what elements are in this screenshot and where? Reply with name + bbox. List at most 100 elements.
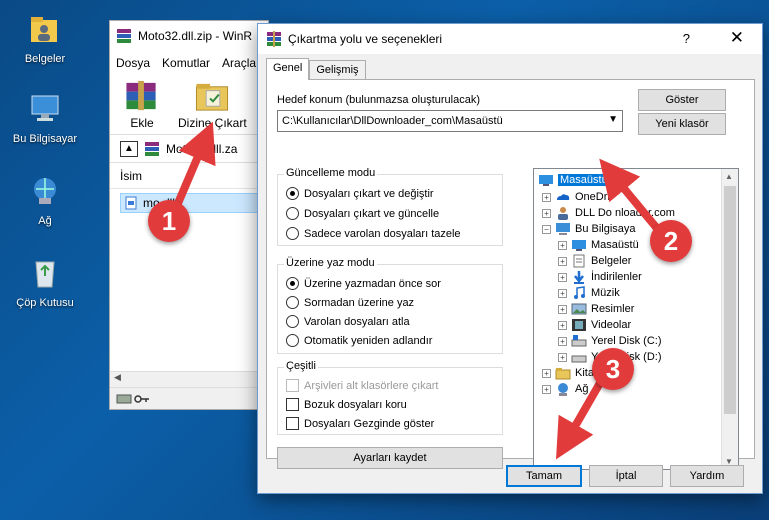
update-option-freshen[interactable]: Sadece varolan dosyaları tazele [286,227,461,240]
expand-icon[interactable]: + [542,208,551,218]
winrar-title-bar[interactable]: Moto32.dll.zip - WinR [110,21,268,51]
tab-panel-genel: Hedef konum (bulunmazsa oluşturulacak) C… [266,79,755,470]
expand-icon[interactable]: + [558,256,567,266]
tree-item-user[interactable]: + DLL Do nloader.com [542,205,675,221]
option-label: Sormadan üzerine yaz [304,296,415,309]
desktop-icon-belgeler[interactable]: Belgeler [0,12,90,65]
tree-item-onedrive[interactable]: + OneDri [542,189,610,205]
radio-button[interactable] [286,187,299,200]
extract-to-button-label: Dizine Çıkart [178,116,247,130]
tab-gelismis[interactable]: Gelişmiş [309,60,366,80]
radio-button[interactable] [286,277,299,290]
overwrite-option-ask[interactable]: Üzerine yazmadan önce sor [286,277,441,290]
expand-icon[interactable]: + [558,304,567,314]
destination-path-combobox[interactable]: C:\Kullanıcılar\DllDownloader_com\Masaüs… [277,110,623,132]
tree-item-this-pc[interactable]: − Bu Bilgisaya [542,221,636,237]
expand-icon[interactable]: + [558,320,567,330]
help-button[interactable]: Yardım [670,465,744,487]
desktop-icon-ag[interactable]: Ağ [0,174,90,227]
overwrite-option-rename[interactable]: Otomatik yeniden adlandır [286,334,432,347]
tree-item-pc-desktop[interactable]: + Masaüstü [558,237,639,253]
step-badge-1: 1 [148,200,190,242]
tree-item-label: Masaüstü [591,239,639,251]
expand-icon[interactable]: + [558,240,567,250]
overwrite-option-skip[interactable]: Varolan dosyaları atla [286,315,410,328]
cancel-button[interactable]: İptal [589,465,663,487]
tree-item-label: Resimler [591,303,635,315]
winrar-app-icon [117,29,131,43]
up-folder-icon[interactable]: ▲ [120,140,138,157]
winrar-address-bar[interactable]: ▲ Moto32.dll.za [110,135,268,163]
computer-icon [556,223,570,235]
tree-item-downloads[interactable]: + İndirilenler [558,269,642,285]
dialog-title-bar[interactable]: Çıkartma yolu ve seçenekleri ? ✕ [258,24,762,54]
expand-icon[interactable]: + [558,288,567,298]
menu-komutlar[interactable]: Komutlar [162,56,210,70]
radio-button[interactable] [286,227,299,240]
option-label: Dosyaları çıkart ve güncelle [304,207,440,220]
extract-to-button[interactable]: Dizine Çıkart [178,79,247,130]
tree-item-drive-c[interactable]: + Yerel Disk (C:) [558,333,662,349]
expand-icon[interactable]: + [558,272,567,282]
videos-icon [572,319,586,331]
tab-genel[interactable]: Genel [266,58,310,80]
winrar-app-icon [267,31,281,47]
radio-button[interactable] [286,315,299,328]
add-button[interactable]: Ekle [120,79,164,130]
tree-item-videos[interactable]: + Videolar [558,317,631,333]
desktop-icon-cop-kutusu[interactable]: Çöp Kutusu [0,256,90,309]
expand-icon[interactable]: + [542,368,551,378]
tree-item-label: Bu Bilgisaya [575,223,636,235]
misc-option-show-in-explorer[interactable]: Dosyaları Gezginde göster [286,417,434,430]
radio-button[interactable] [286,207,299,220]
menu-dosya[interactable]: Dosya [116,56,150,70]
music-icon [574,286,585,299]
file-row[interactable]: mo dll [120,193,260,213]
update-option-extract-replace[interactable]: Dosyaları çıkart ve değiştir [286,187,434,200]
column-header-name[interactable]: İsim [110,163,268,189]
new-folder-button[interactable]: Yeni klasör [638,113,726,135]
desktop-icon [572,240,586,251]
update-option-extract-update[interactable]: Dosyaları çıkart ve güncelle [286,207,439,220]
user-icon [558,207,568,220]
scroll-thumb[interactable] [724,186,736,414]
extract-options-dialog[interactable]: Çıkartma yolu ve seçenekleri ? ✕ Genel G… [257,23,763,494]
chevron-down-icon[interactable]: ▼ [608,114,618,125]
radio-button[interactable] [286,334,299,347]
expand-icon[interactable]: + [558,336,567,346]
scroll-up-icon[interactable]: ▲ [725,172,733,181]
desktop-icon-bu-bilgisayar[interactable]: Bu Bilgisayar [0,92,90,145]
column-name-label: İsim [120,168,142,183]
expand-icon[interactable]: + [542,384,551,394]
tree-item-desktop[interactable]: Masaüstü [538,172,610,188]
add-button-label: Ekle [130,116,154,130]
tree-item-music[interactable]: + Müzik [558,285,620,301]
computer-icon [31,95,59,121]
network-icon [34,178,56,204]
tree-item-label: Masaüstü [558,174,610,186]
downloads-icon [574,271,584,284]
folder-tree[interactable]: Masaüstü + OneDri + DLL Do nloader.com −… [533,168,739,470]
desktop-icon-label: Bu Bilgisayar [12,133,78,145]
checkbox[interactable] [286,417,299,430]
winrar-horizontal-scrollbar[interactable]: ◀ [110,371,268,387]
tree-item-network[interactable]: + Ağ [542,381,588,397]
overwrite-option-overwrite[interactable]: Sormadan üzerine yaz [286,296,414,309]
checkbox[interactable] [286,398,299,411]
misc-option-keep-broken[interactable]: Bozuk dosyaları koru [286,398,407,411]
expand-icon[interactable]: + [558,352,567,362]
option-label: Otomatik yeniden adlandır [304,334,433,347]
save-settings-button[interactable]: Ayarları kaydet [277,447,503,469]
show-button[interactable]: Göster [638,89,726,111]
radio-button[interactable] [286,296,299,309]
help-icon[interactable]: ? [683,31,690,46]
ok-button[interactable]: Tamam [506,465,582,487]
collapse-icon[interactable]: − [542,224,551,234]
expand-icon[interactable]: + [542,192,551,202]
menu-araclar[interactable]: Araçla [222,56,256,70]
tree-item-pictures[interactable]: + Resimler [558,301,634,317]
winrar-title: Moto32.dll.zip - WinR [138,29,253,43]
tree-item-documents[interactable]: + Belgeler [558,253,631,269]
tree-scrollbar[interactable]: ▲ ▼ [721,169,738,469]
close-icon[interactable]: ✕ [730,28,744,48]
